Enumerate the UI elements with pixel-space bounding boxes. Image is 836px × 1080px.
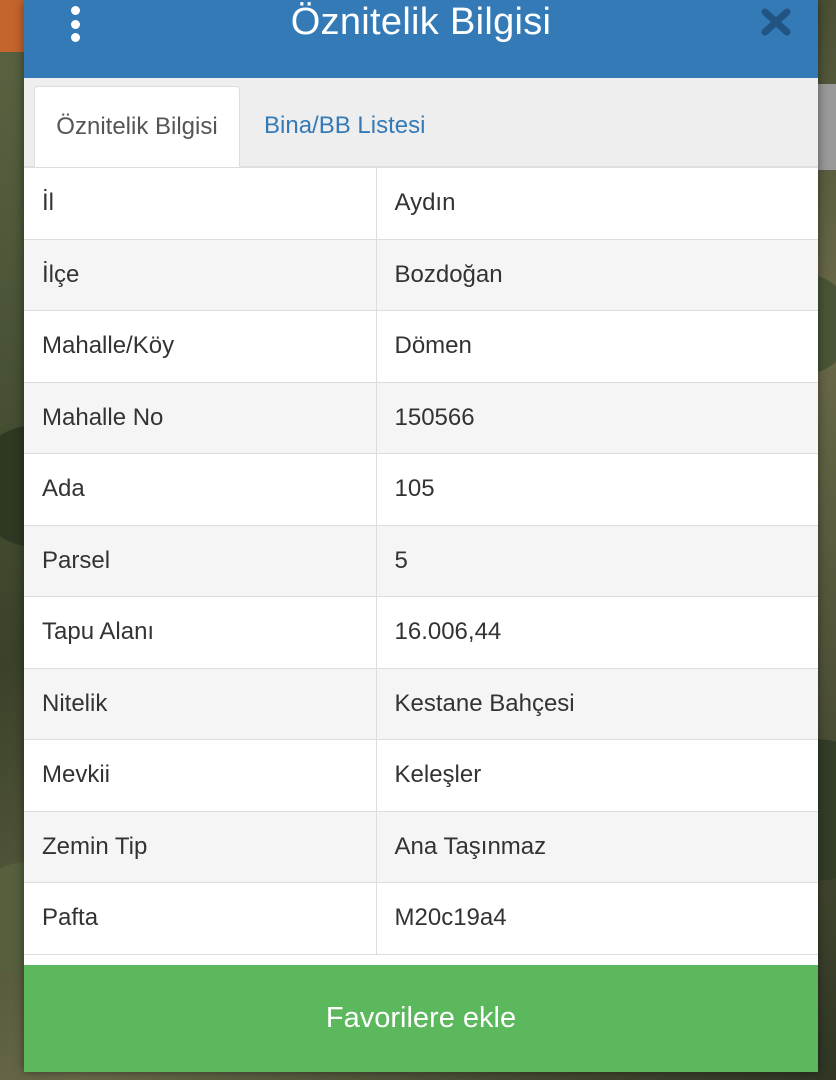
attribute-value: Kestane Bahçesi	[376, 667, 818, 740]
attribute-key: Tapu Alanı	[24, 596, 377, 668]
menu-dot	[70, 19, 80, 29]
attribute-value: Keleşler	[376, 739, 818, 811]
vertical-dots-icon[interactable]	[64, 6, 86, 42]
attribute-key: Mahalle No	[24, 381, 377, 454]
table-row: Nitelik Kestane Bahçesi	[24, 667, 818, 740]
table-row: Tapu Alanı 16.006,44	[24, 596, 818, 668]
table-row: İlçe Bozdoğan	[24, 238, 818, 311]
tab-attribute-info[interactable]: Öznitelik Bilgisi	[34, 86, 240, 167]
map-background-marker	[0, 0, 24, 52]
table-row: Mahalle No 150566	[24, 381, 818, 454]
attribute-key: Ada	[24, 453, 377, 525]
attribute-key: Nitelik	[24, 667, 377, 740]
attribute-key: Pafta	[24, 882, 377, 955]
attribute-info-modal: Öznitelik Bilgisi Öznitelik Bilgisi Bina…	[24, 0, 818, 1072]
attribute-value: 16.006,44	[376, 596, 818, 668]
attribute-key: Zemin Tip	[24, 810, 377, 883]
map-scroll-strip	[818, 84, 836, 170]
attribute-key: İl	[24, 167, 377, 239]
menu-dot	[70, 6, 80, 15]
tab-building-list[interactable]: Bina/BB Listesi	[264, 86, 425, 166]
table-row: Mevkii Keleşler	[24, 739, 818, 811]
attribute-key: İlçe	[24, 238, 377, 311]
table-row: İl Aydın	[24, 167, 818, 239]
attribute-table: İl Aydın İlçe Bozdoğan Mahalle/Köy Dömen…	[24, 167, 818, 955]
attribute-value: M20c19a4	[376, 882, 818, 955]
menu-dot	[70, 33, 80, 42]
attribute-value: Ana Taşınmaz	[376, 810, 818, 883]
attribute-value: 150566	[376, 381, 818, 454]
table-row: Parsel 5	[24, 524, 818, 597]
attribute-key: Mahalle/Köy	[24, 310, 377, 382]
table-row: Ada 105	[24, 453, 818, 525]
attribute-value: Aydın	[376, 167, 818, 239]
attribute-value: 105	[376, 453, 818, 525]
modal-header: Öznitelik Bilgisi	[24, 0, 818, 78]
table-row: Mahalle/Köy Dömen	[24, 310, 818, 382]
add-to-favorites-button[interactable]: Favorilere ekle	[24, 965, 818, 1072]
tab-bar: Öznitelik Bilgisi Bina/BB Listesi	[24, 78, 818, 167]
attribute-value: Dömen	[376, 310, 818, 382]
modal-title: Öznitelik Bilgisi	[290, 1, 552, 43]
attribute-key: Parsel	[24, 524, 377, 597]
attribute-value: 5	[376, 524, 818, 597]
table-row: Zemin Tip Ana Taşınmaz	[24, 810, 818, 883]
attribute-value: Bozdoğan	[376, 238, 818, 311]
table-row: Pafta M20c19a4	[24, 882, 818, 955]
attribute-key: Mevkii	[24, 739, 377, 811]
close-icon[interactable]	[760, 5, 792, 39]
